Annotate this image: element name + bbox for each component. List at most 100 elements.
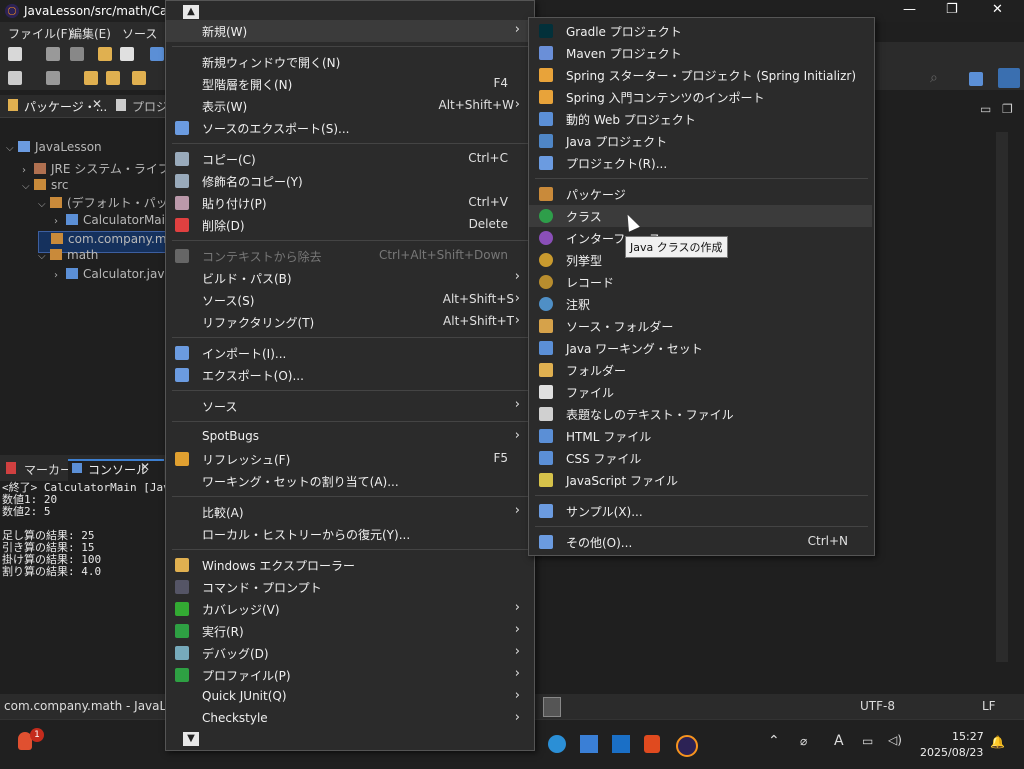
java-perspective-icon[interactable] [998, 68, 1020, 88]
submenu-item[interactable]: 表題なしのテキスト・ファイル [529, 403, 872, 425]
chevron-down-icon[interactable]: ⌵ [6, 143, 18, 154]
submenu-item[interactable]: Spring 入門コンテンツのインポート [529, 86, 872, 108]
context-menu-item[interactable]: SpotBugs › [166, 426, 532, 448]
context-menu-item[interactable]: 削除(D) Delete [166, 214, 532, 236]
submenu-item[interactable]: ファイル [529, 381, 872, 403]
save-icon[interactable] [46, 47, 60, 61]
context-menu-item[interactable]: 型階層を開く(N) F4 [166, 73, 532, 95]
chevron-down-icon[interactable]: ⌵ [38, 199, 50, 210]
menu-file[interactable]: ファイル(F) [8, 25, 72, 42]
context-menu-item[interactable]: Quick JUnit(Q) › [166, 686, 532, 708]
close-tab-icon[interactable]: ✕ [92, 97, 102, 111]
context-menu-item[interactable]: カバレッジ(V) › [166, 598, 532, 620]
context-menu-item[interactable]: ソース(S) Alt+Shift+S › [166, 289, 532, 311]
open-type-icon[interactable] [150, 47, 164, 61]
context-menu-item[interactable]: ソース › [166, 395, 532, 417]
maximize-icon[interactable]: ❐ [946, 2, 958, 17]
store-icon[interactable] [580, 735, 598, 753]
outlook-icon[interactable] [612, 735, 630, 753]
close-icon[interactable]: ✕ [992, 2, 1003, 17]
submenu-item[interactable]: 動的 Web プロジェクト [529, 108, 872, 130]
tab-markers[interactable]: マーカー [24, 461, 72, 478]
submenu-item[interactable]: CSS ファイル [529, 447, 872, 469]
tree-item[interactable]: ⌵ math [38, 248, 98, 268]
context-menu-item[interactable]: Windows エクスプローラー [166, 554, 532, 576]
prev-annotation-icon[interactable] [84, 71, 98, 85]
chevron-down-icon[interactable]: ⌵ [38, 251, 50, 262]
eclipse-taskbar-icon[interactable] [676, 735, 698, 757]
open-perspective-icon[interactable] [969, 72, 983, 86]
submenu-item[interactable]: フォルダー [529, 359, 872, 381]
chevron-up-icon[interactable]: ⌃ [768, 733, 780, 749]
context-menu-item[interactable]: Checkstyle › [166, 708, 532, 730]
next-annotation-icon[interactable] [106, 71, 120, 85]
context-menu-item[interactable]: エクスポート(O)... [166, 364, 532, 386]
status-line-ending[interactable]: LF [982, 699, 996, 713]
undo-icon[interactable] [98, 47, 112, 61]
context-menu-item[interactable]: ビルド・パス(B) › [166, 267, 532, 289]
trash-icon[interactable] [543, 697, 561, 717]
debug-toolbar-icon[interactable] [8, 71, 22, 85]
redo-icon[interactable] [120, 47, 134, 61]
submenu-item[interactable]: レコード [529, 271, 872, 293]
context-menu-item[interactable]: ワーキング・セットの割り当て(A)... [166, 470, 532, 492]
status-encoding[interactable]: UTF-8 [860, 699, 895, 713]
context-menu-item[interactable]: 貼り付け(P) Ctrl+V [166, 192, 532, 214]
maximize-view-icon[interactable]: ❐ [1002, 102, 1013, 116]
volume-icon[interactable]: ◁) [888, 733, 902, 747]
context-menu-item[interactable]: リファクタリング(T) Alt+Shift+T › [166, 311, 532, 333]
context-menu-item[interactable]: プロファイル(P) › [166, 664, 532, 686]
ime-icon[interactable]: A [834, 733, 844, 749]
tree-item[interactable]: › CalculatorMain [54, 213, 173, 233]
close-console-icon[interactable]: ✕ [140, 460, 150, 474]
context-menu-item[interactable]: 新規(W) › [166, 20, 532, 42]
context-menu-item[interactable]: インポート(I)... [166, 342, 532, 364]
tab-project-explorer[interactable]: プロジ [132, 98, 168, 115]
network-off-icon[interactable]: ⌀ [800, 734, 807, 748]
submenu-item[interactable]: HTML ファイル [529, 425, 872, 447]
clock-date[interactable]: 2025/08/23 [920, 746, 983, 759]
submenu-item[interactable]: パッケージ [529, 183, 872, 205]
chevron-right-icon[interactable]: › [22, 165, 34, 176]
context-menu-item[interactable]: リフレッシュ(F) F5 [166, 448, 532, 470]
context-menu-item[interactable]: 表示(W) Alt+Shift+W › [166, 95, 532, 117]
submenu-item[interactable]: Gradle プロジェクト [529, 20, 872, 42]
context-menu-item[interactable]: コピー(C) Ctrl+C [166, 148, 532, 170]
notifications-icon[interactable]: 🔔 [990, 735, 1005, 749]
context-menu-item[interactable]: 実行(R) › [166, 620, 532, 642]
clock-time[interactable]: 15:27 [952, 730, 984, 743]
chevron-right-icon[interactable]: › [54, 216, 66, 227]
submenu-item[interactable]: Maven プロジェクト [529, 42, 872, 64]
brave-icon[interactable] [644, 735, 660, 753]
search-icon[interactable]: ⌕ [930, 70, 938, 86]
minimize-view-icon[interactable]: ▭ [980, 102, 991, 116]
edge-icon[interactable] [548, 735, 566, 753]
submenu-item[interactable]: クラス [529, 205, 872, 227]
minimize-icon[interactable]: — [903, 2, 916, 17]
scroll-up-button[interactable]: ▲ [183, 5, 199, 19]
chevron-down-icon[interactable]: ⌵ [22, 181, 34, 192]
submenu-item[interactable]: Spring スターター・プロジェクト (Spring Initializr) [529, 64, 872, 86]
new-icon[interactable] [8, 47, 22, 61]
submenu-item[interactable]: JavaScript ファイル [529, 469, 872, 491]
tree-item[interactable]: ⌵ JavaLesson [6, 140, 102, 160]
vertical-scrollbar[interactable] [996, 132, 1008, 662]
tab-console[interactable]: コンソール [88, 461, 148, 478]
tree-item[interactable]: › Calculator.java [54, 267, 172, 287]
submenu-item[interactable]: プロジェクト(R)... [529, 152, 872, 174]
menu-edit[interactable]: 編集(E) [70, 25, 111, 42]
context-menu-item[interactable]: ソースのエクスポート(S)... [166, 117, 532, 139]
submenu-item[interactable]: その他(O)... Ctrl+N [529, 531, 872, 553]
context-menu-item[interactable]: 新規ウィンドウで開く(N) [166, 51, 532, 73]
context-menu-item[interactable]: デバッグ(D) › [166, 642, 532, 664]
context-menu-item[interactable]: コマンド・プロンプト [166, 576, 532, 598]
chevron-right-icon[interactable]: › [54, 270, 66, 281]
scroll-down-button[interactable]: ▼ [183, 732, 199, 746]
save-all-icon[interactable] [70, 47, 84, 61]
submenu-item[interactable]: サンプル(X)... [529, 500, 872, 522]
submenu-item[interactable]: Java プロジェクト [529, 130, 872, 152]
submenu-item[interactable]: Java ワーキング・セット [529, 337, 872, 359]
back-icon[interactable] [132, 71, 146, 85]
pin-icon[interactable] [46, 71, 60, 85]
submenu-item[interactable]: 注釈 [529, 293, 872, 315]
